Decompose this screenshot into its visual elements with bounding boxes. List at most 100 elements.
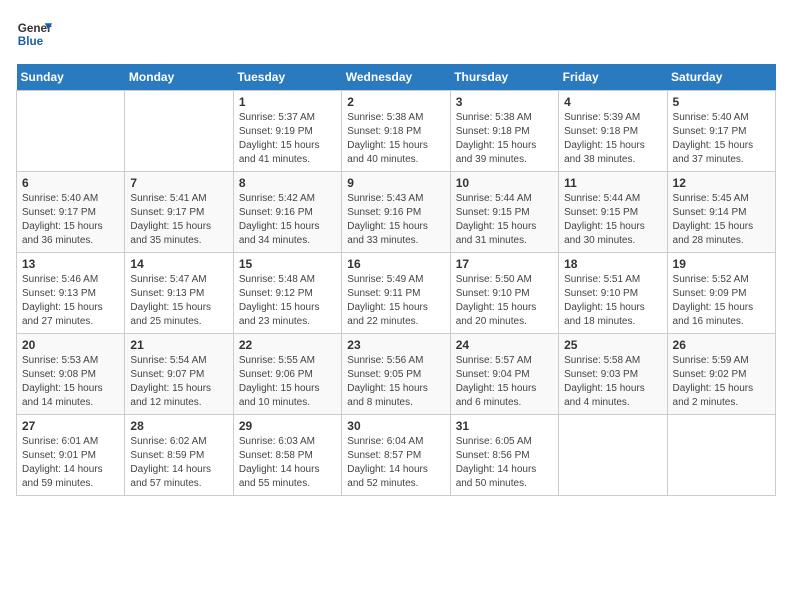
calendar-cell — [125, 91, 233, 172]
day-info: Sunrise: 6:04 AM Sunset: 8:57 PM Dayligh… — [347, 435, 444, 491]
day-number: 18 — [564, 257, 661, 271]
calendar-cell: 23 Sunrise: 5:56 AM Sunset: 9:05 PM Dayli… — [342, 334, 450, 415]
calendar-cell: 8 Sunrise: 5:42 AM Sunset: 9:16 PM Daylig… — [233, 172, 341, 253]
day-number: 22 — [239, 338, 336, 352]
calendar-cell: 15 Sunrise: 5:48 AM Sunset: 9:12 PM Dayli… — [233, 253, 341, 334]
column-header-sunday: Sunday — [17, 64, 125, 91]
day-number: 31 — [456, 419, 553, 433]
day-number: 29 — [239, 419, 336, 433]
day-info: Sunrise: 5:58 AM Sunset: 9:03 PM Dayligh… — [564, 354, 661, 410]
day-number: 28 — [130, 419, 227, 433]
calendar-cell: 5 Sunrise: 5:40 AM Sunset: 9:17 PM Daylig… — [667, 91, 775, 172]
day-number: 16 — [347, 257, 444, 271]
day-info: Sunrise: 5:44 AM Sunset: 9:15 PM Dayligh… — [456, 192, 553, 248]
day-info: Sunrise: 5:38 AM Sunset: 9:18 PM Dayligh… — [456, 111, 553, 167]
logo-icon: General Blue — [16, 16, 52, 52]
calendar-cell: 21Sunrise: 5:54 AM Sunset: 9:07 PM Dayli… — [125, 334, 233, 415]
calendar-cell: 17Sunrise: 5:50 AM Sunset: 9:10 PM Dayli… — [450, 253, 558, 334]
day-number: 1 — [239, 95, 336, 109]
day-info: Sunrise: 5:45 AM Sunset: 9:14 PM Dayligh… — [673, 192, 770, 248]
day-info: Sunrise: 5:41 AM Sunset: 9:17 PM Dayligh… — [130, 192, 227, 248]
day-info: Sunrise: 6:05 AM Sunset: 8:56 PM Dayligh… — [456, 435, 553, 491]
column-header-thursday: Thursday — [450, 64, 558, 91]
calendar-cell — [667, 415, 775, 496]
day-number: 9 — [347, 176, 444, 190]
day-number: 14 — [130, 257, 227, 271]
logo: General Blue — [16, 16, 52, 52]
day-number: 21 — [130, 338, 227, 352]
calendar-cell: 27 Sunrise: 6:01 AM Sunset: 9:01 PM Dayli… — [17, 415, 125, 496]
day-info: Sunrise: 6:03 AM Sunset: 8:58 PM Dayligh… — [239, 435, 336, 491]
calendar-cell: 13 Sunrise: 5:46 AM Sunset: 9:13 PM Dayli… — [17, 253, 125, 334]
calendar-cell: 19 Sunrise: 5:52 AM Sunset: 9:09 PM Dayli… — [667, 253, 775, 334]
column-header-friday: Friday — [559, 64, 667, 91]
day-info: Sunrise: 5:51 AM Sunset: 9:10 PM Dayligh… — [564, 273, 661, 329]
calendar-cell: 2 Sunrise: 5:38 AM Sunset: 9:18 PM Daylig… — [342, 91, 450, 172]
day-number: 2 — [347, 95, 444, 109]
day-number: 5 — [673, 95, 770, 109]
day-number: 12 — [673, 176, 770, 190]
calendar-cell: 9 Sunrise: 5:43 AM Sunset: 9:16 PM Daylig… — [342, 172, 450, 253]
page-header: General Blue — [16, 16, 776, 52]
day-number: 19 — [673, 257, 770, 271]
calendar-table: SundayMondayTuesdayWednesdayThursdayFrid… — [16, 64, 776, 496]
day-number: 23 — [347, 338, 444, 352]
column-header-wednesday: Wednesday — [342, 64, 450, 91]
day-info: Sunrise: 5:38 AM Sunset: 9:18 PM Dayligh… — [347, 111, 444, 167]
calendar-cell: 22Sunrise: 5:55 AM Sunset: 9:06 PM Dayli… — [233, 334, 341, 415]
day-info: Sunrise: 6:01 AM Sunset: 9:01 PM Dayligh… — [22, 435, 119, 491]
day-info: Sunrise: 5:53 AM Sunset: 9:08 PM Dayligh… — [22, 354, 119, 410]
day-info: Sunrise: 5:42 AM Sunset: 9:16 PM Dayligh… — [239, 192, 336, 248]
svg-text:Blue: Blue — [18, 35, 44, 48]
day-number: 4 — [564, 95, 661, 109]
day-info: Sunrise: 5:48 AM Sunset: 9:12 PM Dayligh… — [239, 273, 336, 329]
day-info: Sunrise: 5:40 AM Sunset: 9:17 PM Dayligh… — [673, 111, 770, 167]
calendar-cell — [559, 415, 667, 496]
day-info: Sunrise: 5:40 AM Sunset: 9:17 PM Dayligh… — [22, 192, 119, 248]
day-number: 27 — [22, 419, 119, 433]
calendar-week-row: 1Sunrise: 5:37 AM Sunset: 9:19 PM Daylig… — [17, 91, 776, 172]
column-header-monday: Monday — [125, 64, 233, 91]
calendar-cell: 14 Sunrise: 5:47 AM Sunset: 9:13 PM Dayli… — [125, 253, 233, 334]
column-header-saturday: Saturday — [667, 64, 775, 91]
column-header-tuesday: Tuesday — [233, 64, 341, 91]
day-info: Sunrise: 5:49 AM Sunset: 9:11 PM Dayligh… — [347, 273, 444, 329]
day-number: 30 — [347, 419, 444, 433]
day-info: Sunrise: 5:47 AM Sunset: 9:13 PM Dayligh… — [130, 273, 227, 329]
calendar-cell: 29 Sunrise: 6:03 AM Sunset: 8:58 PM Dayli… — [233, 415, 341, 496]
calendar-cell: 1Sunrise: 5:37 AM Sunset: 9:19 PM Daylig… — [233, 91, 341, 172]
calendar-cell: 11Sunrise: 5:44 AM Sunset: 9:15 PM Dayli… — [559, 172, 667, 253]
day-number: 13 — [22, 257, 119, 271]
calendar-cell: 31 Sunrise: 6:05 AM Sunset: 8:56 PM Dayli… — [450, 415, 558, 496]
day-number: 15 — [239, 257, 336, 271]
day-number: 6 — [22, 176, 119, 190]
calendar-cell: 20Sunrise: 5:53 AM Sunset: 9:08 PM Dayli… — [17, 334, 125, 415]
day-info: Sunrise: 6:02 AM Sunset: 8:59 PM Dayligh… — [130, 435, 227, 491]
calendar-cell: 28 Sunrise: 6:02 AM Sunset: 8:59 PM Dayli… — [125, 415, 233, 496]
day-info: Sunrise: 5:52 AM Sunset: 9:09 PM Dayligh… — [673, 273, 770, 329]
calendar-cell: 12 Sunrise: 5:45 AM Sunset: 9:14 PM Dayli… — [667, 172, 775, 253]
day-info: Sunrise: 5:50 AM Sunset: 9:10 PM Dayligh… — [456, 273, 553, 329]
calendar-week-row: 13 Sunrise: 5:46 AM Sunset: 9:13 PM Dayli… — [17, 253, 776, 334]
calendar-week-row: 20Sunrise: 5:53 AM Sunset: 9:08 PM Dayli… — [17, 334, 776, 415]
day-number: 26 — [673, 338, 770, 352]
day-number: 24 — [456, 338, 553, 352]
day-number: 8 — [239, 176, 336, 190]
calendar-cell: 6 Sunrise: 5:40 AM Sunset: 9:17 PM Daylig… — [17, 172, 125, 253]
day-number: 11 — [564, 176, 661, 190]
calendar-week-row: 6 Sunrise: 5:40 AM Sunset: 9:17 PM Daylig… — [17, 172, 776, 253]
day-info: Sunrise: 5:39 AM Sunset: 9:18 PM Dayligh… — [564, 111, 661, 167]
day-number: 25 — [564, 338, 661, 352]
day-number: 3 — [456, 95, 553, 109]
calendar-cell: 18 Sunrise: 5:51 AM Sunset: 9:10 PM Dayli… — [559, 253, 667, 334]
calendar-week-row: 27 Sunrise: 6:01 AM Sunset: 9:01 PM Dayli… — [17, 415, 776, 496]
calendar-cell: 7Sunrise: 5:41 AM Sunset: 9:17 PM Daylig… — [125, 172, 233, 253]
day-info: Sunrise: 5:46 AM Sunset: 9:13 PM Dayligh… — [22, 273, 119, 329]
calendar-cell: 30 Sunrise: 6:04 AM Sunset: 8:57 PM Dayli… — [342, 415, 450, 496]
calendar-cell — [17, 91, 125, 172]
day-info: Sunrise: 5:43 AM Sunset: 9:16 PM Dayligh… — [347, 192, 444, 248]
calendar-cell: 26Sunrise: 5:59 AM Sunset: 9:02 PM Dayli… — [667, 334, 775, 415]
day-info: Sunrise: 5:56 AM Sunset: 9:05 PM Dayligh… — [347, 354, 444, 410]
calendar-cell: 24Sunrise: 5:57 AM Sunset: 9:04 PM Dayli… — [450, 334, 558, 415]
calendar-header-row: SundayMondayTuesdayWednesdayThursdayFrid… — [17, 64, 776, 91]
